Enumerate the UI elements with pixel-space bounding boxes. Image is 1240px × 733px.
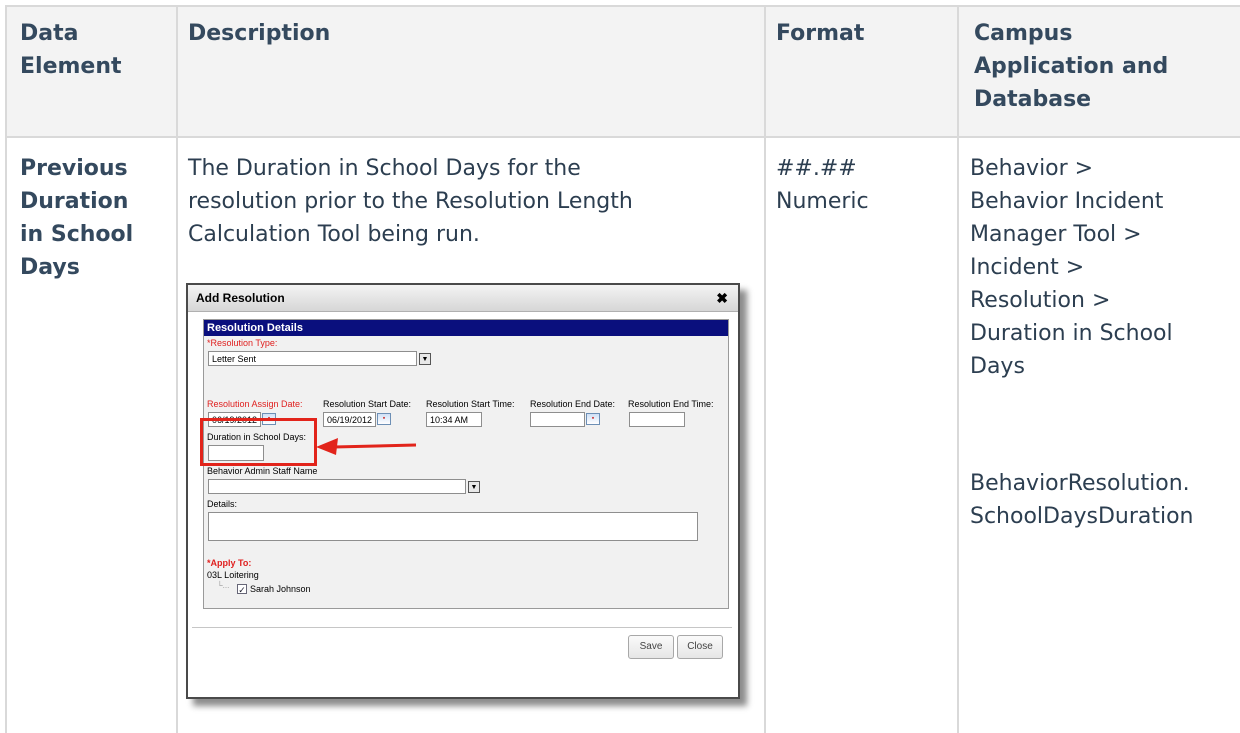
details-label: Details: <box>207 499 238 509</box>
section-header: Resolution Details <box>204 320 728 336</box>
staff-name-label: Behavior Admin Staff Name <box>207 466 318 476</box>
highlight-box <box>200 418 317 466</box>
end-time-input[interactable] <box>629 412 685 427</box>
student-checkbox[interactable]: ✓ <box>237 584 247 595</box>
grid-line <box>5 136 1240 138</box>
save-button[interactable]: Save <box>628 635 674 659</box>
grid-line <box>5 5 7 733</box>
dialog-footer-divider <box>192 627 732 628</box>
apply-to-label: *Apply To: <box>207 558 252 568</box>
chevron-down-icon[interactable]: ▼ <box>419 353 431 365</box>
start-date-input[interactable]: 06/19/2012 <box>323 412 376 427</box>
resolution-type-label: *Resolution Type: <box>207 338 278 348</box>
start-time-label: Resolution Start Time: <box>426 399 515 409</box>
grid-line <box>5 5 1240 7</box>
close-icon[interactable]: ✖ <box>716 285 728 311</box>
campus-path: Behavior > Behavior Incident Manager Too… <box>970 156 1173 379</box>
description-text: The Duration in School Days for the reso… <box>188 156 633 247</box>
start-date-label: Resolution Start Date: <box>323 399 412 409</box>
incident-name: 03L Loitering <box>207 570 259 580</box>
student-name: Sarah Johnson <box>250 584 311 594</box>
assign-date-label: Resolution Assign Date: <box>207 399 303 409</box>
format-text: ##.## Numeric <box>776 156 869 214</box>
end-date-label: Resolution End Date: <box>530 399 616 409</box>
dialog-title: Add Resolution <box>196 291 285 305</box>
grid-line <box>764 5 766 733</box>
dialog-title-bar: Add Resolution ✖ <box>188 285 738 312</box>
tree-connector: └... <box>217 581 230 590</box>
grid-line <box>176 5 178 733</box>
arrow-icon <box>316 438 417 455</box>
calendar-icon[interactable]: ▪ <box>586 413 600 425</box>
add-resolution-screenshot: Add Resolution ✖ Resolution Details *Res… <box>186 283 740 699</box>
staff-name-select[interactable] <box>208 479 466 494</box>
database-field: BehaviorResolution. SchoolDaysDuration <box>970 471 1194 529</box>
end-date-input[interactable] <box>530 412 585 427</box>
header-format: Format <box>776 21 865 46</box>
data-element-table: Data Element Description Format Campus A… <box>0 0 1240 733</box>
calendar-icon[interactable]: ▪ <box>377 413 391 425</box>
header-data-element: Data Element <box>20 21 122 79</box>
header-description: Description <box>188 21 331 46</box>
header-campus-application: Campus Application and Database <box>974 21 1169 112</box>
close-button[interactable]: Close <box>677 635 723 659</box>
end-time-label: Resolution End Time: <box>628 399 714 409</box>
details-textarea[interactable] <box>208 512 698 541</box>
resolution-type-select[interactable]: Letter Sent <box>208 351 417 366</box>
data-element-name: Previous Duration in School Days <box>20 156 134 280</box>
start-time-input[interactable]: 10:34 AM <box>426 412 482 427</box>
chevron-down-icon[interactable]: ▼ <box>468 481 480 493</box>
grid-line <box>957 5 959 733</box>
